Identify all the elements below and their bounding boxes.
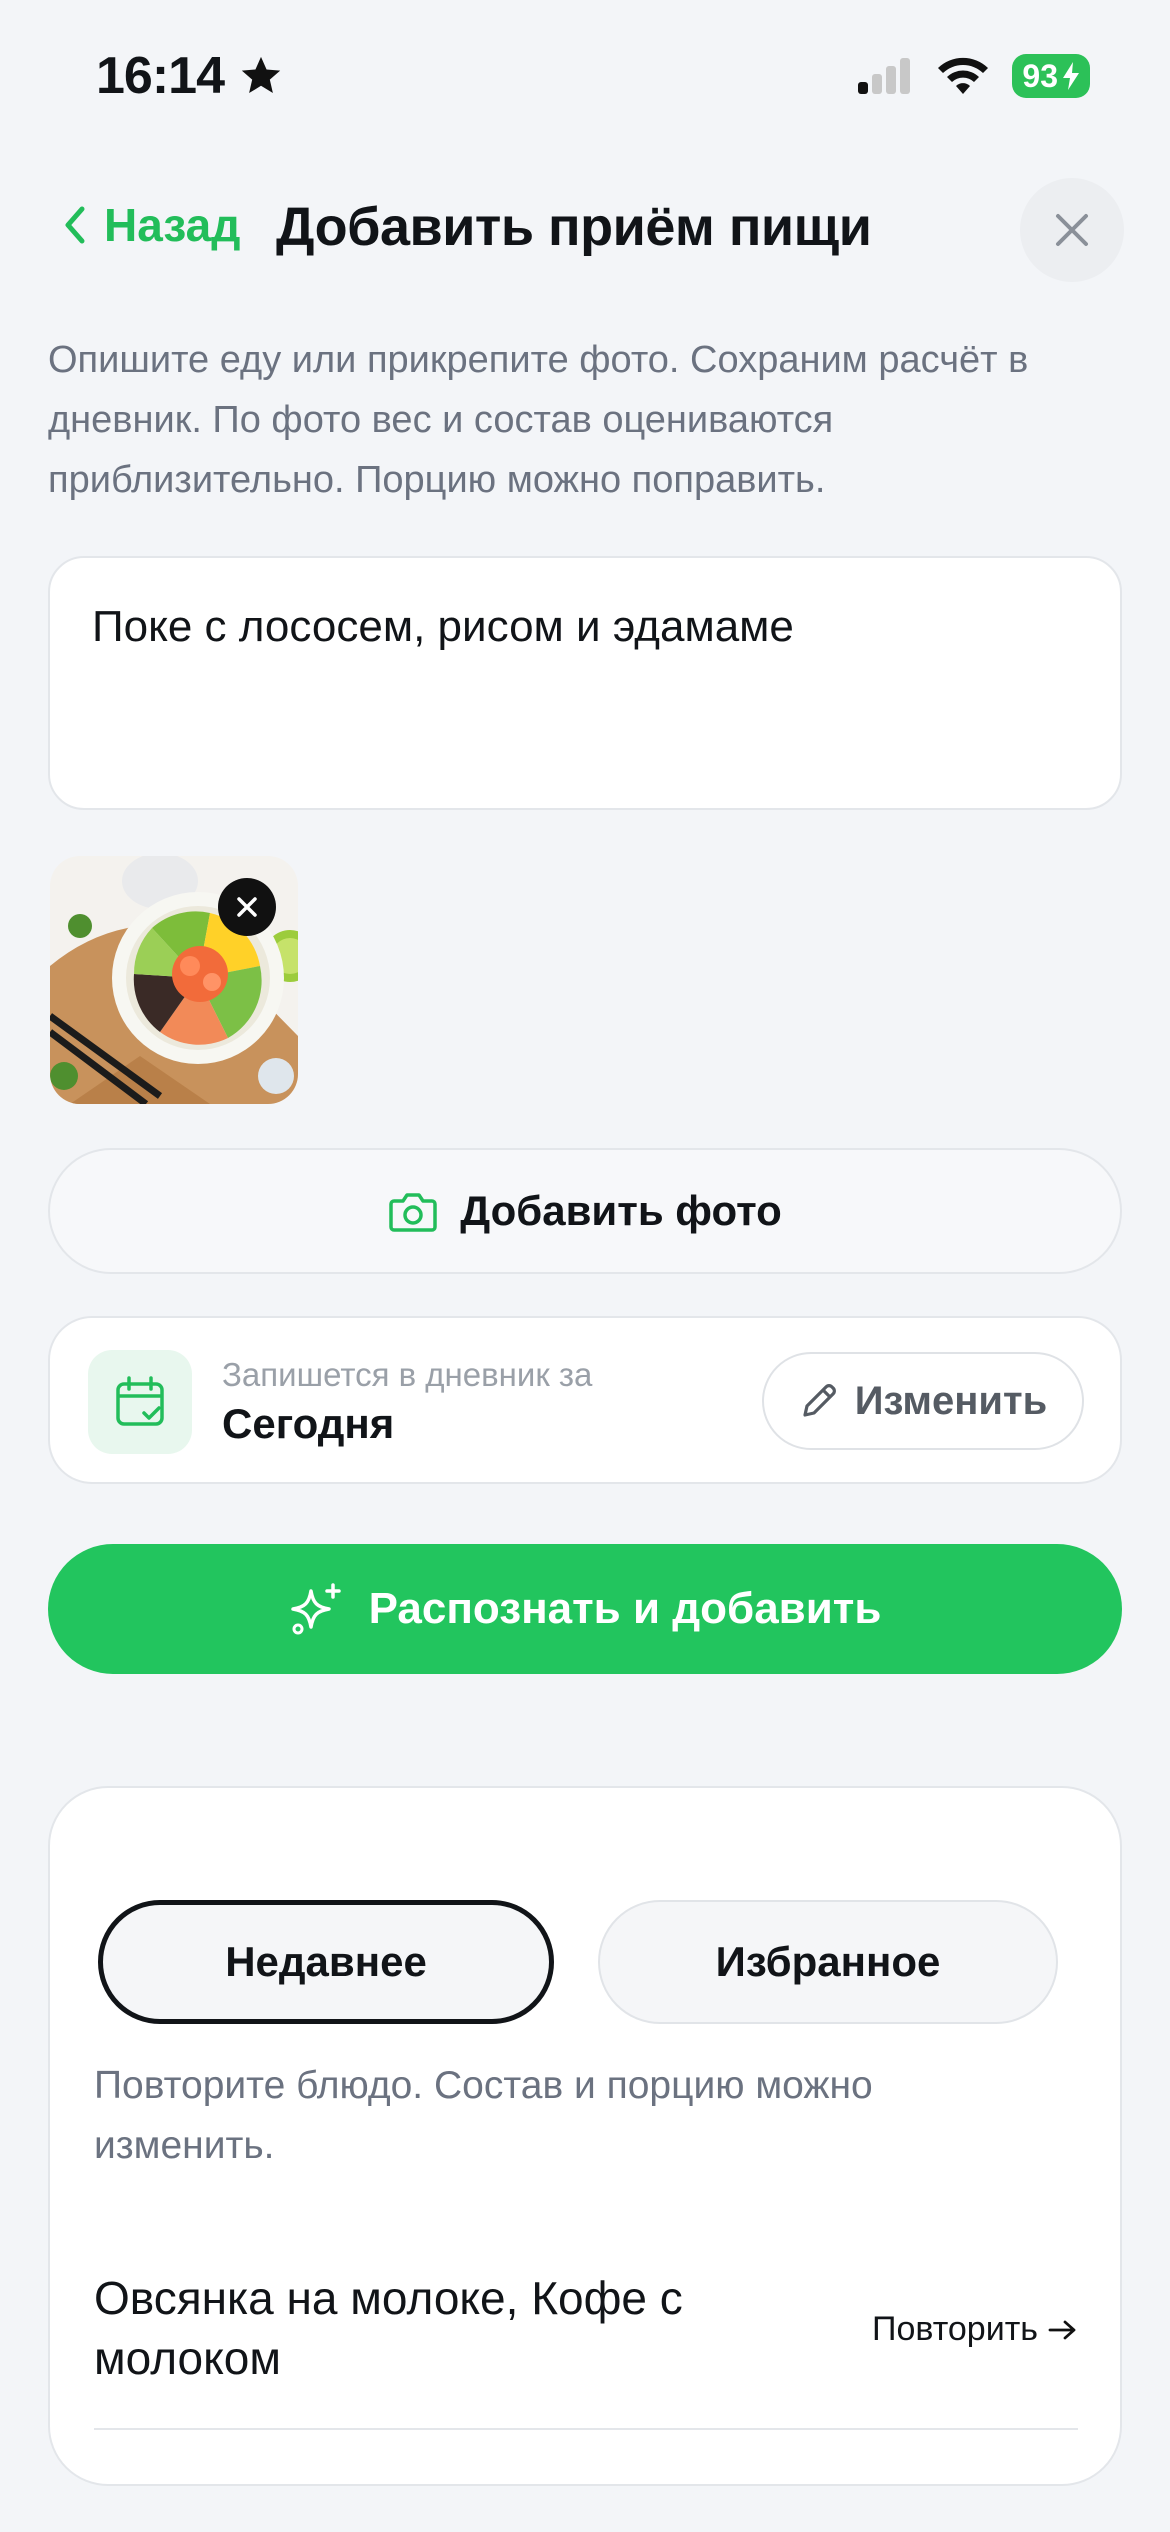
page-title: Добавить приём пищи bbox=[276, 197, 872, 257]
calendar-badge bbox=[88, 1350, 192, 1454]
diary-date-caption: Запишется в дневник за bbox=[222, 1356, 593, 1393]
charging-bolt-icon bbox=[1063, 62, 1079, 90]
close-icon bbox=[237, 897, 257, 917]
close-button[interactable] bbox=[1020, 178, 1124, 282]
change-date-button[interactable]: Изменить bbox=[762, 1352, 1084, 1450]
history-hint: Повторите блюдо. Состав и порцию можно и… bbox=[94, 2064, 873, 2167]
remove-photo-button[interactable] bbox=[218, 878, 276, 936]
add-photo-button[interactable]: Добавить фото bbox=[48, 1148, 1122, 1274]
recognize-and-add-label: Распознать и добавить bbox=[368, 1584, 882, 1633]
status-time: 16:14 bbox=[96, 46, 284, 106]
change-date-label: Изменить bbox=[854, 1378, 1048, 1423]
tab-recent[interactable]: Недавнее bbox=[98, 1900, 554, 2024]
cellular-signal-icon bbox=[858, 58, 911, 94]
sparkles-icon bbox=[290, 1583, 341, 1635]
recognize-and-add-button[interactable]: Распознать и добавить bbox=[48, 1544, 1122, 1674]
add-photo-label: Добавить фото bbox=[460, 1187, 782, 1234]
meal-history-panel: Недавнее Избранное Повторите блюдо. Сост… bbox=[48, 1786, 1122, 2486]
meal-description-value: Поке с лососем, рисом и эдамаме bbox=[92, 602, 794, 651]
list-divider bbox=[94, 2428, 1078, 2430]
camera-icon bbox=[389, 1193, 437, 1232]
meal-photo-thumbnail[interactable] bbox=[50, 856, 298, 1104]
star-icon bbox=[241, 56, 281, 94]
close-icon bbox=[1056, 214, 1088, 246]
battery-indicator: 93 bbox=[1012, 54, 1090, 98]
repeat-meal-button[interactable]: Повторить bbox=[872, 2310, 1078, 2349]
back-label: Назад bbox=[104, 199, 241, 251]
calendar-check-icon bbox=[116, 1376, 164, 1426]
status-indicators: 93 bbox=[856, 54, 1090, 98]
diary-date-card: Запишется в дневник за Сегодня Изменить bbox=[48, 1316, 1122, 1484]
tab-favorites-label: Избранное bbox=[715, 1938, 941, 1985]
chevron-left-icon bbox=[65, 206, 85, 244]
battery-level: 93 bbox=[1022, 57, 1058, 94]
tab-recent-label: Недавнее bbox=[225, 1938, 427, 1985]
arrow-right-icon bbox=[1048, 2320, 1076, 2339]
wifi-icon bbox=[938, 57, 989, 94]
diary-date-value: Сегодня bbox=[222, 1400, 395, 1447]
tab-favorites[interactable]: Избранное bbox=[598, 1900, 1058, 2024]
repeat-meal-label: Повторить bbox=[872, 2310, 1038, 2348]
back-button[interactable]: Назад bbox=[62, 198, 240, 252]
status-time-text: 16:14 bbox=[96, 47, 225, 105]
instructions-text: Опишите еду или прикрепите фото. Сохрани… bbox=[48, 339, 1029, 501]
recent-meal-name: Овсянка на молоке, Кофе с молоком bbox=[94, 2272, 683, 2384]
meal-description-input[interactable]: Поке с лососем, рисом и эдамаме bbox=[48, 556, 1122, 810]
pencil-icon bbox=[803, 1384, 836, 1417]
